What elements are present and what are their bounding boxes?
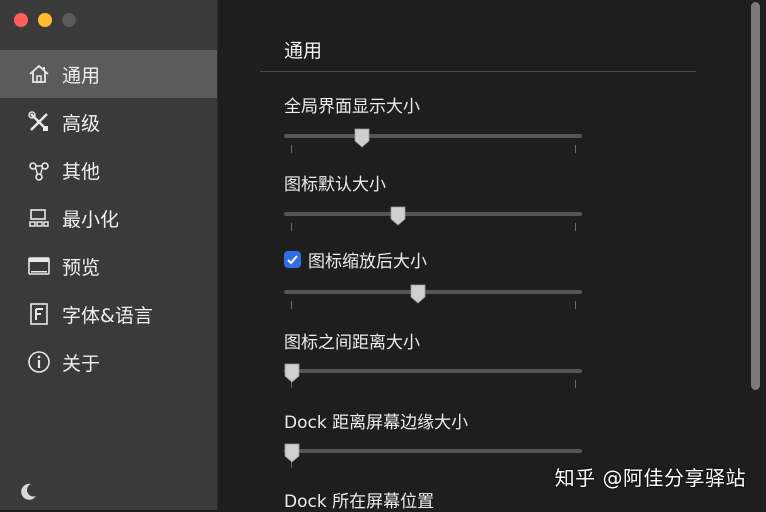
moon-icon[interactable] xyxy=(18,482,38,502)
sidebar-item-about[interactable]: 关于 xyxy=(0,338,217,386)
slider-track[interactable] xyxy=(284,212,582,216)
sidebar-item-font-language[interactable]: 字体&语言 xyxy=(0,290,217,338)
sidebar-nav: 通用 高级 其他 最小化 预览 字体&语言 关于 xyxy=(0,50,217,386)
slider-track[interactable] xyxy=(284,134,582,138)
section-title: 通用 xyxy=(284,40,323,62)
setting-dock-screen-position: Dock 所在屏幕位置 xyxy=(284,488,584,512)
setting-label-row: 图标缩放后大小 xyxy=(284,248,584,272)
preview-icon xyxy=(26,253,52,279)
sidebar-item-other[interactable]: 其他 xyxy=(0,146,217,194)
tools-icon xyxy=(26,109,52,135)
slider-track[interactable] xyxy=(284,290,582,294)
slider-tick xyxy=(575,380,576,388)
sidebar-item-minimize[interactable]: 最小化 xyxy=(0,194,217,242)
zoom-checkbox[interactable] xyxy=(284,250,301,268)
minimize-icon xyxy=(26,205,52,231)
close-button[interactable] xyxy=(14,13,28,27)
minimize-button[interactable] xyxy=(38,13,52,27)
window-controls xyxy=(14,13,76,27)
setting-dock-edge-distance: Dock 距离屏幕边缘大小 xyxy=(284,409,584,468)
setting-label: Dock 距离屏幕边缘大小 xyxy=(284,412,469,433)
zoom-button[interactable] xyxy=(62,13,76,27)
sidebar-item-general[interactable]: 通用 xyxy=(0,50,217,98)
sidebar-item-label: 关于 xyxy=(62,352,101,375)
setting-icon-spacing: 图标之间距离大小 xyxy=(284,329,584,388)
slider-thumb[interactable] xyxy=(284,363,300,383)
font-icon xyxy=(26,301,52,327)
network-icon xyxy=(26,157,52,183)
slider-thumb[interactable] xyxy=(284,443,300,463)
slider-thumb[interactable] xyxy=(410,284,426,304)
divider xyxy=(260,71,696,72)
setting-label: Dock 所在屏幕位置 xyxy=(284,491,435,512)
setting-global-ui-size: 全局界面显示大小 xyxy=(284,93,584,153)
scrollbar[interactable] xyxy=(751,2,760,390)
sidebar-item-advanced[interactable]: 高级 xyxy=(0,98,217,146)
sidebar-item-label: 通用 xyxy=(62,64,101,87)
setting-label: 图标默认大小 xyxy=(284,174,386,195)
setting-label: 图标之间距离大小 xyxy=(284,332,420,353)
sidebar: 通用 高级 其他 最小化 预览 字体&语言 关于 xyxy=(0,0,218,510)
sidebar-item-label: 预览 xyxy=(62,256,101,279)
setting-label: 图标缩放后大小 xyxy=(308,251,427,272)
settings-panel: 通用 全局界面显示大小 图标默认大小 图标缩放后大小 图标之间距离大小 Dock… xyxy=(218,0,766,512)
slider-thumb[interactable] xyxy=(354,128,370,148)
slider-tick xyxy=(291,145,292,153)
slider-tick xyxy=(575,301,576,309)
home-icon xyxy=(26,61,52,87)
setting-icon-default-size: 图标默认大小 xyxy=(284,171,584,231)
info-icon xyxy=(26,349,52,375)
slider-tick xyxy=(575,223,576,231)
slider-track[interactable] xyxy=(284,369,582,373)
slider-tick xyxy=(291,301,292,309)
setting-icon-zoom-size: 图标缩放后大小 xyxy=(284,248,584,309)
sidebar-item-label: 字体&语言 xyxy=(62,304,153,327)
slider-tick xyxy=(291,223,292,231)
watermark: 知乎 @阿佳分享驿站 xyxy=(554,466,746,490)
slider-track[interactable] xyxy=(284,449,582,453)
sidebar-item-label: 高级 xyxy=(62,112,101,135)
setting-label: 全局界面显示大小 xyxy=(284,96,420,117)
slider-thumb[interactable] xyxy=(390,206,406,226)
sidebar-item-label: 其他 xyxy=(62,160,101,183)
preferences-window: 通用 高级 其他 最小化 预览 字体&语言 关于 通用 全局界面显示大小 图标默… xyxy=(0,0,766,512)
slider-tick xyxy=(575,145,576,153)
sidebar-item-preview[interactable]: 预览 xyxy=(0,242,217,290)
sidebar-item-label: 最小化 xyxy=(62,208,120,231)
